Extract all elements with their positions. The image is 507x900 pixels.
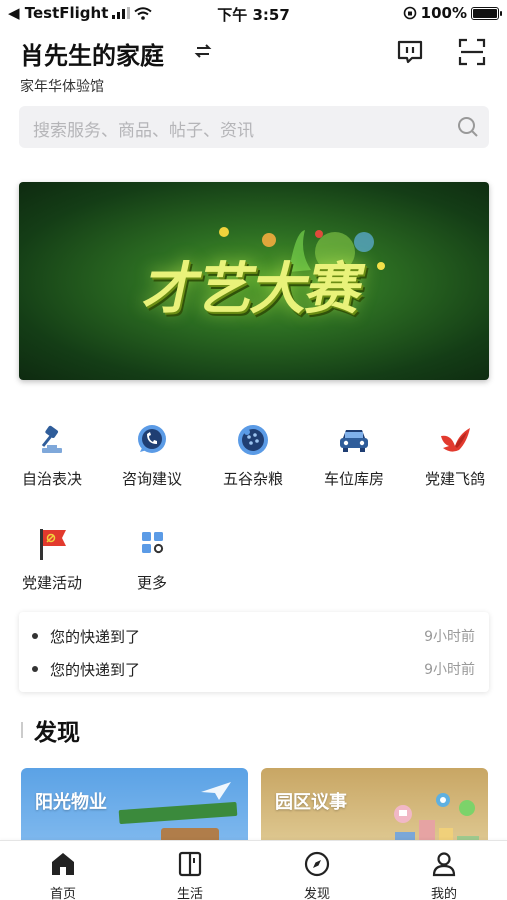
quick-action-consult[interactable]: 咨询建议 — [107, 422, 197, 502]
phone-bubble-icon — [138, 425, 166, 453]
more-grid-icon — [142, 532, 164, 554]
message-icon[interactable] — [396, 38, 424, 66]
status-right: 100% — [403, 4, 502, 22]
quick-action-party-dove[interactable]: 党建飞鸽 — [410, 422, 500, 502]
quick-action-parking[interactable]: 车位库房 — [309, 422, 399, 502]
search-input[interactable]: 搜索服务、商品、帖子、资讯 — [33, 116, 254, 141]
orientation-lock-icon — [403, 6, 416, 20]
grain-icon — [238, 425, 268, 455]
notice-time: 9小时前 — [424, 662, 475, 678]
quick-action-grain[interactable]: 五谷杂粮 — [208, 422, 298, 502]
notice-text: 您的快递到了 — [50, 628, 141, 646]
scan-icon[interactable] — [458, 38, 486, 66]
home-icon — [52, 853, 74, 875]
bullet-icon — [32, 633, 38, 639]
tab-life[interactable]: 生活 — [127, 841, 253, 900]
card-ribbon — [118, 801, 238, 825]
compass-icon — [304, 851, 330, 877]
notice-box: 您的快递到了 9小时前 您的快递到了 9小时前 — [19, 612, 489, 692]
banner-title: 才艺大赛 — [138, 256, 369, 322]
tab-discover[interactable]: 发现 — [254, 841, 380, 900]
search-bar[interactable]: 搜索服务、商品、帖子、资讯 — [19, 106, 489, 148]
bullet-icon — [32, 666, 38, 672]
party-flag-icon — [40, 529, 66, 560]
tab-home[interactable]: 首页 — [0, 841, 126, 900]
battery-icon — [471, 6, 502, 20]
search-icon[interactable] — [457, 116, 479, 138]
app-page: ◀ TestFlight 下午 3:57 100% 肖先生的家庭 家年华体验馆 … — [0, 0, 507, 900]
quick-action-label: 党建活动 — [21, 574, 82, 592]
paper-plane-icon — [201, 782, 231, 800]
section-divider — [21, 722, 23, 738]
quick-action-label: 党建飞鸽 — [424, 470, 485, 488]
quick-action-voting[interactable]: 自治表决 — [7, 422, 97, 502]
card-title: 园区议事 — [275, 792, 347, 813]
bottom-tab-bar: 首页 生活 发现 我的 — [0, 840, 507, 900]
life-icon — [178, 851, 202, 877]
quick-action-more[interactable]: 更多 — [107, 526, 197, 606]
tab-label: 首页 — [49, 887, 76, 900]
tab-label: 我的 — [430, 887, 457, 900]
user-icon — [432, 852, 456, 877]
section-title: 发现 — [34, 720, 80, 746]
community-subtitle: 家年华体验馆 — [20, 79, 104, 95]
dove-icon — [441, 428, 470, 452]
notice-item[interactable]: 您的快递到了 9小时前 — [19, 653, 489, 685]
quick-action-label: 车位库房 — [323, 470, 384, 488]
gavel-icon — [41, 425, 62, 453]
tab-label: 发现 — [303, 887, 330, 900]
quick-action-label: 咨询建议 — [121, 470, 182, 488]
tab-mine[interactable]: 我的 — [381, 841, 507, 900]
promo-banner[interactable]: 才艺大赛 — [19, 182, 489, 380]
status-bar: ◀ TestFlight 下午 3:57 100% — [0, 0, 507, 26]
page-title[interactable]: 肖先生的家庭 — [20, 36, 164, 71]
card-title: 阳光物业 — [35, 792, 107, 813]
notice-time: 9小时前 — [424, 629, 475, 645]
car-icon — [340, 430, 368, 452]
quick-action-label: 更多 — [136, 574, 167, 592]
battery-percent: 100% — [420, 4, 467, 22]
tab-label: 生活 — [176, 887, 203, 900]
quick-action-party-activity[interactable]: 党建活动 — [7, 526, 97, 606]
switch-icon[interactable] — [192, 40, 214, 62]
battery-fill — [473, 8, 497, 18]
notice-item[interactable]: 您的快递到了 9小时前 — [19, 620, 489, 652]
notice-text: 您的快递到了 — [50, 661, 141, 679]
quick-action-label: 自治表决 — [21, 470, 82, 488]
quick-action-label: 五谷杂粮 — [222, 470, 283, 488]
